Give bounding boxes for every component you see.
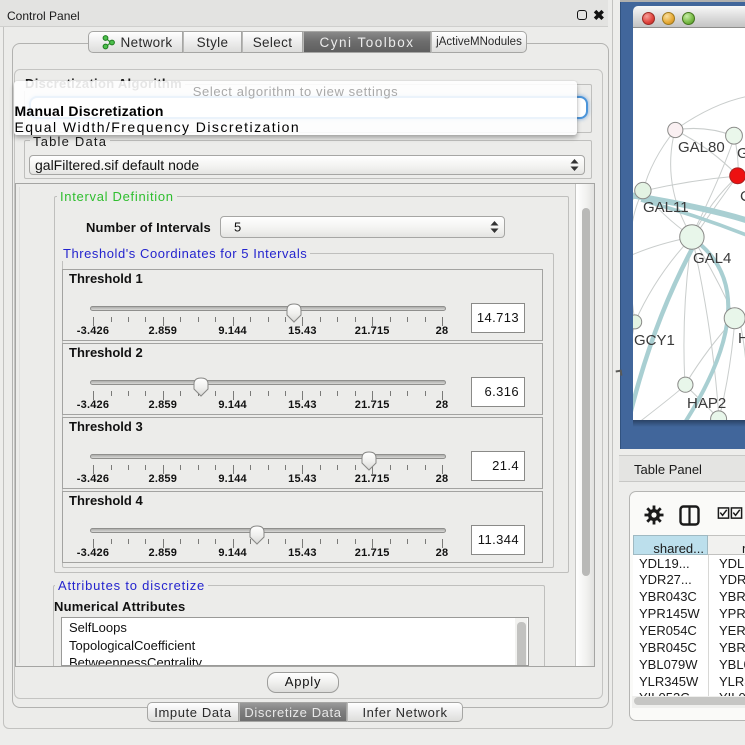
svg-text:H: H bbox=[738, 330, 745, 347]
svg-text:GAL80: GAL80 bbox=[678, 139, 725, 156]
svg-text:C: C bbox=[740, 188, 745, 205]
svg-text:GAL4: GAL4 bbox=[693, 250, 731, 267]
svg-text:GCY1: GCY1 bbox=[634, 332, 675, 349]
svg-text:GAL11: GAL11 bbox=[643, 199, 689, 216]
svg-text:GA: GA bbox=[737, 145, 745, 162]
svg-text:HAP2: HAP2 bbox=[687, 395, 726, 412]
